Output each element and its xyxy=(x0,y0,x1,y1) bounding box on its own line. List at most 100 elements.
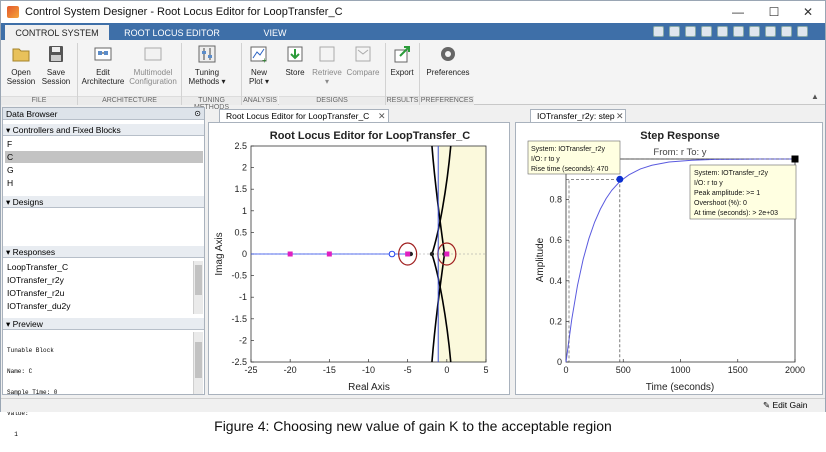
list-item[interactable]: IOTransfer_r2y xyxy=(5,274,191,286)
tab-view[interactable]: VIEW xyxy=(235,25,315,40)
group-file-label: FILE xyxy=(1,96,77,105)
list-item[interactable]: G xyxy=(5,164,203,176)
tuning-methods-button[interactable]: Tuning Methods ▾ xyxy=(185,44,229,86)
list-item[interactable]: IOTransfer_du2y xyxy=(5,300,191,312)
architecture-icon xyxy=(93,44,113,64)
step-subtitle: From: r To: y xyxy=(653,147,706,158)
minimize-button[interactable]: — xyxy=(721,1,755,23)
svg-text:Peak amplitude: >= 1: Peak amplitude: >= 1 xyxy=(694,190,760,197)
rl-y-tick-label: 0 xyxy=(242,249,247,259)
rl-x-tick-label: -10 xyxy=(362,365,375,375)
list-item[interactable]: LoopTransfer_C xyxy=(5,261,191,273)
compare-button[interactable]: Compare xyxy=(345,44,381,77)
responses-section-header[interactable]: ▾ Responses xyxy=(3,246,204,258)
rl-closed-loop-pole xyxy=(287,251,293,257)
tuning-icon xyxy=(197,44,217,64)
rl-y-tick-label: -1.5 xyxy=(231,314,247,324)
quick-redo-icon[interactable] xyxy=(733,26,744,37)
quick-help-icon[interactable] xyxy=(765,26,776,37)
rl-y-tick-label: -1 xyxy=(239,292,247,302)
step-x-tick-label: 2000 xyxy=(785,365,805,375)
designs-section-header[interactable]: ▾ Designs xyxy=(3,196,204,208)
step-y-tick-label: 0.6 xyxy=(549,235,562,245)
retrieve-button[interactable]: Retrieve ▾ xyxy=(311,44,343,86)
responses-scrollbar[interactable] xyxy=(193,261,203,314)
svg-text:Overshoot (%): 0: Overshoot (%): 0 xyxy=(694,200,747,207)
ribbon-tab-bar: CONTROL SYSTEM ROOT LOCUS EDITOR VIEW xyxy=(1,23,825,40)
quick-expand-icon[interactable] xyxy=(797,26,808,37)
tab-root-locus-editor[interactable]: ROOT LOCUS EDITOR xyxy=(113,25,231,40)
folder-icon xyxy=(11,44,31,64)
peak-datatip[interactable]: System: IOTransfer_r2y I/O: r to y Peak … xyxy=(689,164,797,220)
collapse-ribbon-icon[interactable]: ▲ xyxy=(811,92,819,101)
svg-text:I/O: r to y: I/O: r to y xyxy=(531,156,560,163)
rl-closed-loop-pole xyxy=(405,251,411,257)
group-architecture-label: ARCHITECTURE xyxy=(78,96,181,105)
quick-undo-icon[interactable] xyxy=(717,26,728,37)
multimodel-configuration-button[interactable]: Multimodel Configuration xyxy=(127,44,179,86)
step-y-tick-label: 0 xyxy=(557,357,562,367)
rise-time-datatip[interactable]: System: IOTransfer_r2y I/O: r to y Rise … xyxy=(527,140,621,175)
app-window: Control System Designer - Root Locus Edi… xyxy=(0,0,826,438)
close-window-button[interactable]: ✕ xyxy=(791,1,825,23)
maximize-button[interactable]: ☐ xyxy=(757,1,791,23)
data-browser-menu-icon[interactable]: ⊙ xyxy=(194,109,201,118)
tab-step-response-doc[interactable]: IOTransfer_r2y: step ✕ xyxy=(530,109,626,122)
svg-text:System: IOTransfer_r2y: System: IOTransfer_r2y xyxy=(531,146,606,153)
list-item[interactable]: F xyxy=(5,138,203,150)
retrieve-icon xyxy=(317,44,337,64)
preview-scrollbar[interactable] xyxy=(193,332,203,394)
rl-open-loop-pole xyxy=(429,251,435,257)
quick-cut-icon[interactable] xyxy=(669,26,680,37)
preferences-button[interactable]: Preferences xyxy=(423,44,473,77)
step-y-tick-label: 0.4 xyxy=(549,276,562,286)
root-locus-plot[interactable]: Root Locus Editor for LoopTransfer_C -2 5… xyxy=(209,123,509,394)
preview-text: Tunable Block Name: C Sample Time: 0 Val… xyxy=(7,347,58,438)
store-button[interactable]: Store xyxy=(283,44,307,77)
svg-text:System: IOTransfer_r2y: System: IOTransfer_r2y xyxy=(694,170,769,177)
tab-control-system[interactable]: CONTROL SYSTEM xyxy=(5,25,109,40)
list-item[interactable]: C xyxy=(5,151,203,163)
rl-closed-loop-pole xyxy=(444,251,450,257)
save-icon xyxy=(46,44,66,64)
new-plot-icon: + xyxy=(249,44,269,65)
list-item[interactable]: H xyxy=(5,177,203,189)
rl-y-tick-label: 0.5 xyxy=(234,227,247,237)
rl-xlabel: Real Axis xyxy=(348,382,390,393)
controllers-section-header[interactable]: ▾ Controllers and Fixed Blocks xyxy=(3,124,204,136)
quick-save-icon[interactable] xyxy=(653,26,664,37)
rl-closed-loop-pole xyxy=(326,251,332,257)
new-plot-button[interactable]: + New Plot ▾ xyxy=(245,44,273,86)
step-xlabel: Time (seconds) xyxy=(646,382,715,393)
rl-zero xyxy=(388,250,396,258)
export-button[interactable]: Export xyxy=(387,44,417,77)
group-designs-label: DESIGNS xyxy=(279,96,385,105)
gear-icon xyxy=(438,44,458,64)
rl-x-tick-label: -20 xyxy=(284,365,297,375)
quick-copy-icon[interactable] xyxy=(685,26,696,37)
step-y-tick-label: 0.8 xyxy=(549,195,562,205)
edit-gain-status[interactable]: ✎ Edit Gain xyxy=(763,400,807,411)
open-session-button[interactable]: Open Session xyxy=(5,44,37,86)
rl-ylabel: Imag Axis xyxy=(214,232,225,275)
step-response-plot[interactable]: Step Response From: r To: y 0 500 1000 1500… xyxy=(516,123,822,394)
step-x-tick-label: 0 xyxy=(563,365,568,375)
matlab-icon xyxy=(7,6,19,18)
rl-y-tick-label: 2 xyxy=(242,163,247,173)
quick-search-icon[interactable] xyxy=(781,26,792,37)
edit-architecture-button[interactable]: Edit Architecture xyxy=(81,44,125,86)
list-item[interactable]: IOTransfer_r2u xyxy=(5,287,191,299)
preview-section-header[interactable]: ▾ Preview xyxy=(3,318,204,330)
step-x-tick-label: 500 xyxy=(616,365,631,375)
quick-paste-icon[interactable] xyxy=(701,26,712,37)
step-x-tick-label: 1500 xyxy=(728,365,748,375)
rl-y-tick-label: -2.5 xyxy=(231,357,247,367)
export-icon xyxy=(392,44,412,64)
rl-title: Root Locus Editor for LoopTransfer_C xyxy=(270,130,471,142)
tab-root-locus-doc[interactable]: Root Locus Editor for LoopTransfer_C ✕ xyxy=(219,109,389,122)
rl-x-tick-label: -5 xyxy=(404,365,412,375)
save-session-button[interactable]: Save Session xyxy=(39,44,73,86)
quick-switch-icon[interactable] xyxy=(749,26,760,37)
rl-x-tick-label: -15 xyxy=(323,365,336,375)
rl-y-tick-label: -2 xyxy=(239,335,247,345)
